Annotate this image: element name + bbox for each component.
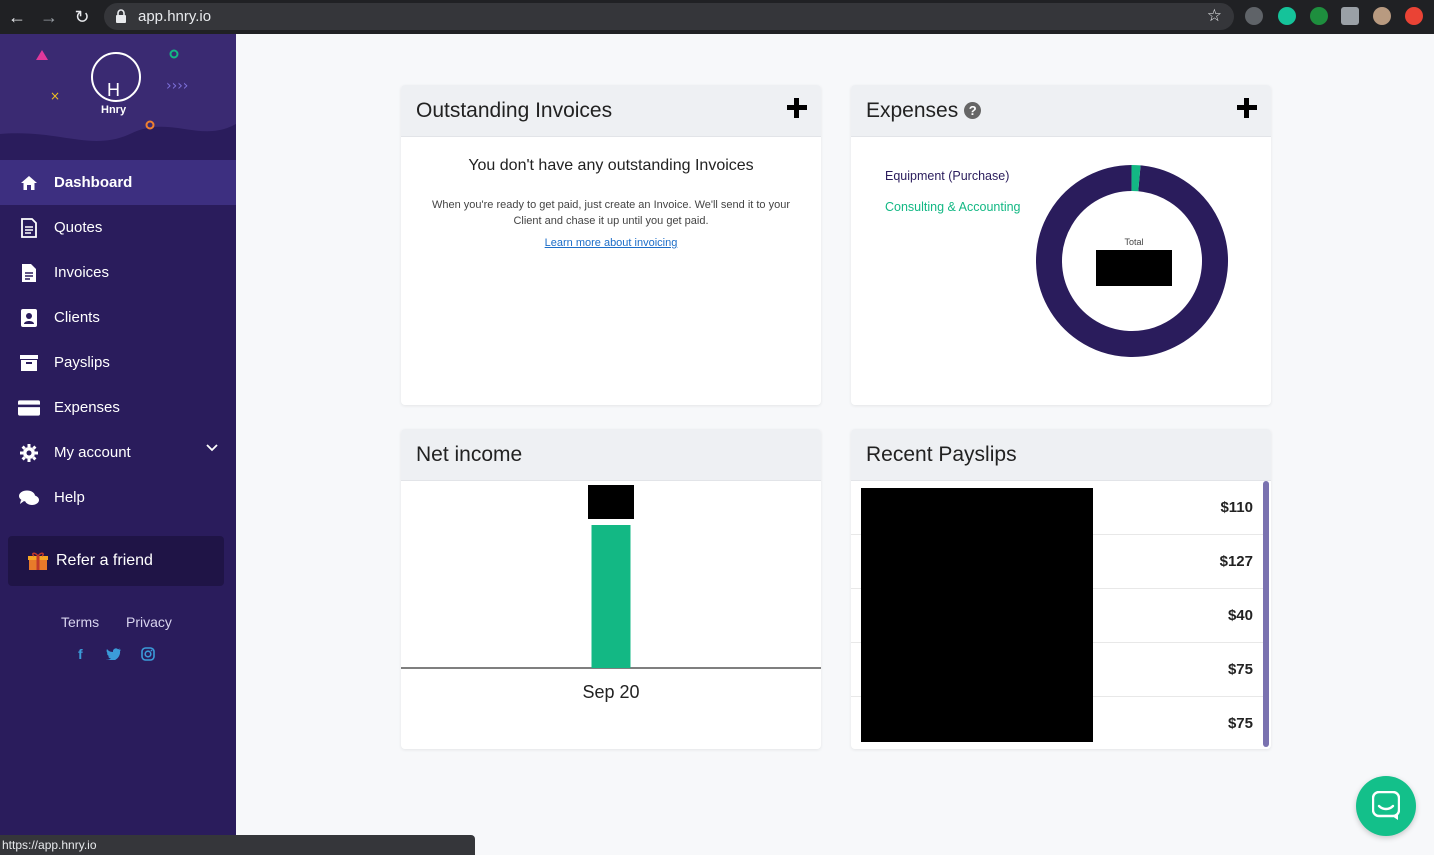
expenses-card: Expenses ? Equipment (Purchase) Consulti… <box>851 85 1271 405</box>
card-title: Net income <box>416 442 523 466</box>
net-income-card: Net income Sep 20 <box>401 429 821 749</box>
chat-launcher-button[interactable] <box>1356 776 1416 836</box>
sidebar-item-label: Invoices <box>54 264 110 281</box>
sidebar-item-quotes[interactable]: Quotes <box>0 205 236 250</box>
card-title: Outstanding Invoices <box>416 98 613 122</box>
payslip-amount: $75 <box>1227 661 1253 678</box>
x-tick-label: Sep 20 <box>582 682 639 702</box>
sidebar-item-help[interactable]: Help <box>0 475 236 520</box>
empty-state-title: You don't have any outstanding Invoices <box>468 157 754 174</box>
card-header: Outstanding Invoices <box>401 85 821 137</box>
sidebar-item-dashboard[interactable]: Dashboard <box>0 160 236 205</box>
payslip-amount: $110 <box>1220 499 1253 516</box>
sidebar-item-clients[interactable]: Clients <box>0 295 236 340</box>
document-icon <box>18 217 40 239</box>
facebook-icon[interactable]: f <box>78 646 83 662</box>
privacy-link[interactable]: Privacy <box>126 614 172 630</box>
profile-avatar[interactable] <box>1373 7 1391 25</box>
sidebar-item-label: Help <box>54 489 85 506</box>
sidebar-item-label: Quotes <box>54 219 103 236</box>
extension-green-icon[interactable] <box>1310 7 1328 25</box>
terms-link[interactable]: Terms <box>61 614 99 630</box>
address-bar[interactable]: app.hnry.io ☆ <box>104 3 1234 30</box>
svg-text:››››: ›››› <box>166 78 188 94</box>
update-icon[interactable] <box>1405 7 1423 25</box>
archive-icon <box>18 352 40 374</box>
extension-icon[interactable] <box>1245 7 1263 25</box>
sidebar-item-invoices[interactable]: Invoices <box>0 250 236 295</box>
instagram-icon[interactable] <box>141 647 155 661</box>
donut-center-label: Total <box>1124 237 1143 247</box>
sidebar-item-label: My account <box>54 444 131 461</box>
learn-more-invoicing-link[interactable]: Learn more about invoicing <box>401 237 821 249</box>
payslip-amount: $127 <box>1219 553 1253 570</box>
sidebar-item-my-account[interactable]: My account <box>0 430 236 475</box>
sidebar-item-label: Payslips <box>54 354 110 371</box>
sidebar-item-label: Expenses <box>54 399 120 416</box>
forward-icon[interactable]: → <box>38 6 60 28</box>
recent-payslips-card: Recent Payslips $110 $127 $40 $75 $75 <box>851 429 1271 749</box>
sidebar-item-expenses[interactable]: Expenses <box>0 385 236 430</box>
redacted-total <box>1096 250 1172 286</box>
client-icon <box>18 307 40 329</box>
gift-icon <box>28 552 48 570</box>
home-icon <box>18 172 40 194</box>
sidebar: × ›››› H Hnry Dashboard Quotes Invoices … <box>0 34 236 855</box>
chevron-down-icon[interactable] <box>206 444 218 452</box>
card-title: Expenses <box>866 98 959 122</box>
redacted-payslip-dates <box>861 488 1093 742</box>
browser-toolbar: ← → ↻ app.hnry.io ☆ <box>0 0 1434 34</box>
card-header: Net income <box>401 429 821 481</box>
payslip-amount: $40 <box>1227 607 1253 624</box>
expenses-donut-chart: Total <box>1036 165 1228 357</box>
outstanding-invoices-card: Outstanding Invoices You don't have any … <box>401 85 821 405</box>
reload-icon[interactable]: ↻ <box>71 6 93 28</box>
net-income-bar-chart: Sep 20 <box>401 485 821 702</box>
card-header: Expenses ? <box>851 85 1271 137</box>
help-icon[interactable]: ? <box>964 102 982 119</box>
chat-bubble-icon <box>1372 791 1400 820</box>
url-text: app.hnry.io <box>138 8 212 25</box>
sidebar-item-payslips[interactable]: Payslips <box>0 340 236 385</box>
logo-text: Hnry <box>101 104 127 116</box>
chat-icon <box>18 487 40 509</box>
twitter-icon[interactable] <box>106 648 121 660</box>
status-bar: https://app.hnry.io <box>0 835 475 855</box>
invoice-icon <box>18 262 40 284</box>
credit-card-icon <box>18 397 40 419</box>
sidebar-item-label: Clients <box>54 309 100 326</box>
lock-icon <box>116 9 126 23</box>
empty-state-description: When you're ready to get paid, just crea… <box>431 199 791 227</box>
card-title: Recent Payslips <box>866 442 1017 466</box>
svg-text:×: × <box>50 89 60 103</box>
back-icon[interactable]: ← <box>6 6 28 28</box>
redacted-bar-value <box>588 485 634 519</box>
card-header: Recent Payslips <box>851 429 1271 481</box>
bar[interactable] <box>591 525 631 668</box>
payslips-scrollbar[interactable] <box>1263 481 1269 747</box>
legend-item-consulting: Consulting & Accounting <box>885 200 1021 214</box>
refer-a-friend-button[interactable]: Refer a friend <box>8 536 224 586</box>
bookmark-star-icon[interactable]: ☆ <box>1207 6 1222 26</box>
add-expense-button[interactable] <box>1237 98 1257 118</box>
payslip-amount: $75 <box>1227 715 1253 732</box>
puzzle-icon[interactable] <box>1341 7 1359 25</box>
logo-letter: H <box>107 80 120 100</box>
refer-label: Refer a friend <box>56 552 153 569</box>
add-invoice-button[interactable] <box>787 98 807 118</box>
gear-icon <box>18 442 40 464</box>
sidebar-item-label: Dashboard <box>54 174 133 191</box>
grammarly-icon[interactable] <box>1278 7 1296 25</box>
legend-item-equipment: Equipment (Purchase) <box>885 169 1010 183</box>
